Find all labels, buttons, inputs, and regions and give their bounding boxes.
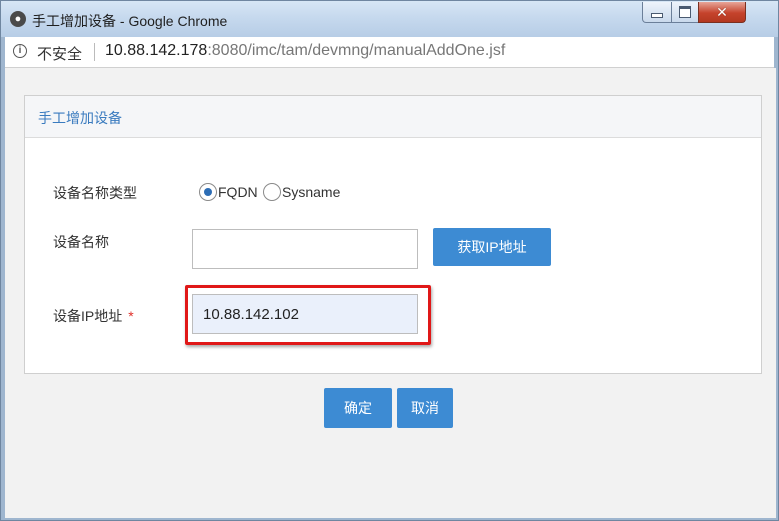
device-ip-label: 设备IP地址 * — [53, 306, 134, 326]
radio-fqdn-label[interactable]: FQDN — [218, 184, 258, 200]
panel-title: 手工增加设备 — [38, 110, 122, 126]
minimize-icon — [651, 12, 663, 18]
cancel-button[interactable]: 取消 — [397, 388, 453, 428]
address-bar[interactable]: i 不安全 10.88.142.178:8080/imc/tam/devmng/… — [5, 37, 774, 68]
url-host: 10.88.142.178 — [105, 42, 208, 59]
required-mark: * — [128, 308, 134, 324]
page-content: 手工增加设备 设备名称类型 FQDN Sysname 设备名称 获取IP地址 设… — [5, 68, 776, 518]
close-icon: ✕ — [716, 4, 728, 20]
confirm-button[interactable]: 确定 — [324, 388, 392, 428]
url-path: :8080/imc/tam/devmng/manualAddOne.jsf — [207, 42, 506, 59]
red-highlight-box — [185, 285, 431, 345]
security-label[interactable]: 不安全 — [37, 43, 82, 64]
chrome-icon: ● — [10, 11, 26, 27]
maximize-icon — [679, 6, 691, 18]
device-ip-label-text: 设备IP地址 — [53, 308, 123, 324]
browser-window: ● 手工增加设备 - Google Chrome ✕ i 不安全 10.88.1… — [0, 0, 779, 521]
url-text[interactable]: 10.88.142.178:8080/imc/tam/devmng/manual… — [105, 42, 505, 60]
name-type-label: 设备名称类型 — [53, 185, 137, 201]
radio-fqdn[interactable] — [199, 183, 217, 201]
radio-sysname-label[interactable]: Sysname — [282, 184, 340, 200]
address-separator — [94, 43, 95, 61]
close-button[interactable]: ✕ — [698, 2, 746, 23]
minimize-button[interactable] — [642, 2, 672, 23]
panel-header: 手工增加设备 — [25, 96, 761, 138]
get-ip-button[interactable]: 获取IP地址 — [433, 228, 551, 266]
info-icon[interactable]: i — [13, 44, 27, 58]
device-name-input[interactable] — [192, 229, 418, 269]
title-bar: ● 手工增加设备 - Google Chrome ✕ — [1, 1, 778, 37]
window-title: 手工增加设备 - Google Chrome — [32, 13, 228, 29]
maximize-button[interactable] — [671, 2, 699, 23]
device-name-label: 设备名称 — [53, 234, 109, 250]
radio-sysname[interactable] — [263, 183, 281, 201]
